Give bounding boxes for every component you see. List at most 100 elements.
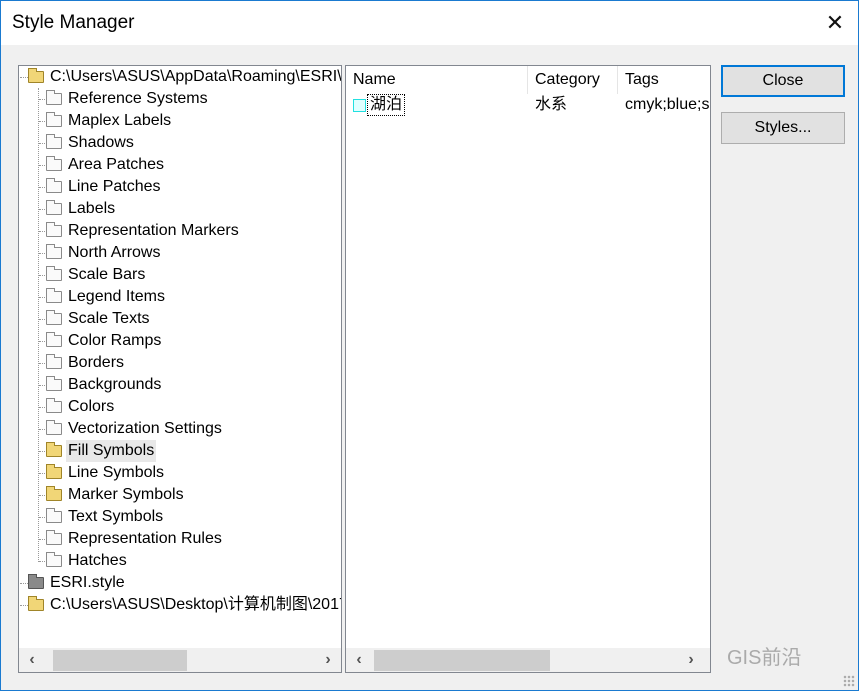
tree-item-label: Maplex Labels [68, 112, 172, 129]
watermark: GIS前沿 [727, 647, 802, 669]
folder-icon [46, 332, 62, 347]
folder-icon [46, 530, 62, 545]
title-bar: Style Manager ✕ [1, 1, 858, 45]
tree-item-label: ESRI.style [50, 574, 125, 591]
tree-item-borders[interactable]: Borders [19, 352, 341, 374]
tree-connector [20, 605, 28, 606]
folder-icon [28, 574, 44, 589]
folder-icon [46, 310, 62, 325]
resize-grip-icon[interactable] [843, 675, 855, 687]
tree-item-label: Colors [68, 398, 115, 415]
tree-item-line-patches[interactable]: Line Patches [19, 176, 341, 198]
scroll-thumb[interactable] [374, 650, 550, 671]
style-tree[interactable]: ‹ › C:\Users\ASUS\AppData\Roaming\ESRI\ R… [18, 65, 342, 673]
tree-item-representation-rules[interactable]: Representation Rules [19, 528, 341, 550]
tree-item-label: Line Symbols [68, 464, 165, 481]
column-header-name[interactable]: Name [346, 66, 528, 94]
tree-item-label: Borders [68, 354, 125, 371]
tree-item-representation-markers[interactable]: Representation Markers [19, 220, 341, 242]
tree-item-label: C:\Users\ASUS\AppData\Roaming\ESRI\ [50, 68, 342, 85]
folder-icon [28, 596, 44, 611]
tree-item-scale-bars[interactable]: Scale Bars [19, 264, 341, 286]
scroll-right-icon[interactable]: › [680, 648, 702, 672]
scroll-left-icon[interactable]: ‹ [21, 648, 43, 672]
folder-icon [46, 354, 62, 369]
tree-item-area-patches[interactable]: Area Patches [19, 154, 341, 176]
tree-item-label: Shadows [68, 134, 134, 151]
tree-item-north-arrows[interactable]: North Arrows [19, 242, 341, 264]
tree-item-maplex-labels[interactable]: Maplex Labels [19, 110, 341, 132]
folder-icon [46, 398, 62, 413]
folder-icon [46, 464, 62, 479]
tree-item-root[interactable]: C:\Users\ASUS\AppData\Roaming\ESRI\ [19, 66, 341, 88]
tree-item-label: Representation Rules [68, 530, 222, 547]
tree-item-label: Hatches [68, 552, 127, 569]
tree-item-marker-symbols[interactable]: Marker Symbols [19, 484, 341, 506]
close-button[interactable]: Close [721, 65, 845, 97]
tree-item-colors[interactable]: Colors [19, 396, 341, 418]
symbol-tags: cmyk;blue;si [625, 96, 711, 113]
folder-icon [46, 288, 62, 303]
tree-item-label: Reference Systems [68, 90, 208, 107]
tree-item-label: Scale Bars [68, 266, 146, 283]
tree-item-hatches[interactable]: Hatches [19, 550, 341, 572]
folder-icon [46, 134, 62, 149]
tree-item-label: Text Symbols [68, 508, 164, 525]
tree-item-label: Labels [68, 200, 116, 217]
tree-item-vectorization-settings[interactable]: Vectorization Settings [19, 418, 341, 440]
folder-icon [46, 552, 62, 567]
tree-item-label: Fill Symbols [66, 440, 157, 462]
folder-icon [46, 200, 62, 215]
folder-icon [46, 222, 62, 237]
scroll-right-icon[interactable]: › [317, 648, 339, 672]
tree-horizontal-scrollbar[interactable]: ‹ › [19, 648, 341, 672]
tree-item-label: North Arrows [68, 244, 161, 261]
tree-item-esri-style[interactable]: ESRI.style [19, 572, 341, 594]
tree-item-backgrounds[interactable]: Backgrounds [19, 374, 341, 396]
tree-item-label: Scale Texts [68, 310, 150, 327]
tree-item-line-symbols[interactable]: Line Symbols [19, 462, 341, 484]
folder-icon [46, 442, 62, 457]
tree-item-label: Backgrounds [68, 376, 162, 393]
folder-icon [28, 68, 44, 83]
tree-item-shadows[interactable]: Shadows [19, 132, 341, 154]
symbol-name[interactable]: 湖泊 [367, 94, 406, 116]
tree-item-color-ramps[interactable]: Color Ramps [19, 330, 341, 352]
symbol-list[interactable]: Name Category Tags 湖泊 水系 cmyk;blue;si ‹ … [345, 65, 711, 673]
tree-item-text-symbols[interactable]: Text Symbols [19, 506, 341, 528]
tree-item-label: Area Patches [68, 156, 165, 173]
styles-button[interactable]: Styles... [721, 112, 845, 144]
folder-icon [46, 420, 62, 435]
symbol-category: 水系 [535, 96, 568, 113]
column-header-tags[interactable]: Tags [618, 66, 710, 94]
folder-icon [46, 178, 62, 193]
close-icon[interactable]: ✕ [812, 1, 858, 45]
tree-item-labels[interactable]: Labels [19, 198, 341, 220]
scroll-thumb[interactable] [53, 650, 187, 671]
tree-item-desktop-style[interactable]: C:\Users\ASUS\Desktop\计算机制图\2017 [19, 594, 341, 616]
tree-item-label: C:\Users\ASUS\Desktop\计算机制图\2017 [50, 596, 342, 613]
tree-item-reference-systems[interactable]: Reference Systems [19, 88, 341, 110]
tree-connector [20, 77, 28, 78]
window-title: Style Manager [12, 12, 135, 33]
folder-icon [46, 112, 62, 127]
tree-connector [20, 583, 28, 584]
tree-item-label: Color Ramps [68, 332, 162, 349]
column-header-category[interactable]: Category [528, 66, 618, 94]
tree-item-label: Vectorization Settings [68, 420, 222, 437]
tree-item-fill-symbols[interactable]: Fill Symbols [19, 440, 341, 462]
folder-icon [46, 244, 62, 259]
folder-icon [46, 376, 62, 391]
tree-item-scale-texts[interactable]: Scale Texts [19, 308, 341, 330]
tree-item-label: Marker Symbols [68, 486, 184, 503]
folder-icon [46, 156, 62, 171]
style-manager-window: Style Manager ✕ ‹ › C:\Users\ASUS\AppDat… [0, 0, 859, 691]
list-horizontal-scrollbar[interactable]: ‹ › [346, 648, 710, 672]
scroll-left-icon[interactable]: ‹ [348, 648, 370, 672]
tree-item-legend-items[interactable]: Legend Items [19, 286, 341, 308]
folder-icon [46, 508, 62, 523]
folder-icon [46, 266, 62, 281]
folder-icon [46, 486, 62, 501]
fill-swatch-icon [353, 99, 366, 112]
tree-item-label: Representation Markers [68, 222, 239, 239]
